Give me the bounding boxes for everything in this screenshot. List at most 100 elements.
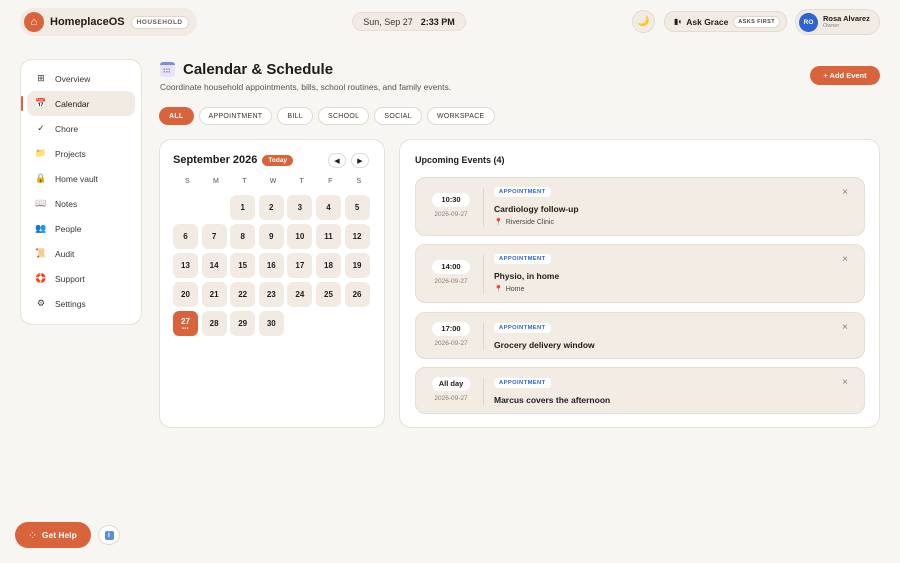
sidebar-item-people[interactable]: 👥 People xyxy=(27,216,135,241)
calendar-day[interactable]: 5 xyxy=(344,195,370,220)
day-number: 16 xyxy=(266,261,276,270)
calendar-day[interactable]: 14 xyxy=(201,253,227,278)
next-month-button[interactable]: ▶ xyxy=(351,153,369,168)
filter-all[interactable]: ALL xyxy=(159,107,194,125)
event-name: Physio, in home xyxy=(494,271,560,281)
sidebar-item-settings[interactable]: ⚙ Settings xyxy=(27,291,135,316)
event-item[interactable]: All day 2026-09-27 APPOINTMENT Marcus cover… xyxy=(415,367,865,414)
user-menu[interactable]: RO Rosa Alvarez Owner xyxy=(795,9,880,35)
calendar-day[interactable]: 16 xyxy=(258,253,284,278)
day-number: 17 xyxy=(295,261,305,270)
day-number: 30 xyxy=(266,319,276,328)
calendar-day[interactable]: 30 xyxy=(258,311,284,336)
sidebar-item-audit[interactable]: 📜 Audit xyxy=(27,241,135,266)
calendar-day[interactable]: 28 xyxy=(201,311,227,336)
sidebar-item-projects[interactable]: 📁 Projects xyxy=(27,141,135,166)
sidebar-item-home-vault[interactable]: 🔒 Home vault xyxy=(27,166,135,191)
support-icon: 🛟 xyxy=(35,273,47,283)
month-label: September 2026 xyxy=(173,154,258,166)
calendar-day[interactable]: 11 xyxy=(315,224,341,249)
notes-icon: 📖 xyxy=(35,198,47,208)
calendar-day[interactable]: 8 xyxy=(230,224,256,249)
event-name: Grocery delivery window xyxy=(494,340,595,350)
calendar-day[interactable]: 7 xyxy=(201,224,227,249)
filter-social[interactable]: SOCIAL xyxy=(374,107,422,125)
calendar-day[interactable]: 2 xyxy=(258,195,284,220)
event-date: 2026-09-27 xyxy=(434,277,468,285)
brand[interactable]: ⌂ HomeplaceOS HOUSEHOLD xyxy=(20,8,197,36)
people-icon: 👥 xyxy=(35,223,47,233)
calendar-day[interactable]: 18 xyxy=(315,253,341,278)
today-button[interactable]: Today xyxy=(262,154,294,166)
sidebar-item-support[interactable]: 🛟 Support xyxy=(27,266,135,291)
event-item[interactable]: 17:00 2026-09-27 APPOINTMENT Grocery delive… xyxy=(415,312,865,359)
calendar-day[interactable]: 20 xyxy=(173,282,198,307)
sidebar-item-label: Projects xyxy=(55,148,86,159)
filter-bill[interactable]: BILL xyxy=(277,107,313,125)
calendar-day[interactable]: 25 xyxy=(315,282,341,307)
sidebar-item-label: Overview xyxy=(55,73,91,84)
close-icon[interactable]: × xyxy=(842,377,848,388)
day-number: 19 xyxy=(352,261,362,270)
calendar-day[interactable]: 29 xyxy=(230,311,256,336)
calendar-blank xyxy=(202,195,227,220)
sidebar-item-notes[interactable]: 📖 Notes xyxy=(27,191,135,216)
calendar-day[interactable]: 13 xyxy=(173,253,198,278)
event-date: 2026-09-27 xyxy=(434,394,468,402)
calendar-day[interactable]: 6 xyxy=(173,224,198,249)
calendar-day[interactable]: 22 xyxy=(230,282,256,307)
calendar-day[interactable]: 10 xyxy=(287,224,313,249)
calendar-grid: 1 2 3 4 5 6 7 8 9 10 11 12 13 14 15 16 17 18 19 20 21 22 23 24 2… xyxy=(173,195,370,336)
close-icon[interactable]: × xyxy=(842,187,848,198)
sidebar: ⊞ Overview 📅 Calendar ✓ Chore 📁 Projects 🔒 Home v… xyxy=(20,59,142,325)
sidebar-item-label: Audit xyxy=(55,248,75,259)
sidebar-item-overview[interactable]: ⊞ Overview xyxy=(27,66,135,91)
sidebar-item-label: People xyxy=(55,223,82,234)
filter-workspace[interactable]: WORKSPACE xyxy=(426,107,495,125)
close-icon[interactable]: × xyxy=(842,254,848,265)
calendar-day[interactable]: 17 xyxy=(287,253,313,278)
day-number: 25 xyxy=(324,290,333,299)
clock-date: Sun, Sep 27 xyxy=(363,16,413,27)
event-item[interactable]: 10:30 2026-09-27 APPOINTMENT Cardiology fol… xyxy=(415,177,865,236)
info-button[interactable]: i xyxy=(98,525,120,545)
calendar-day[interactable]: 24 xyxy=(287,282,313,307)
day-number: 2 xyxy=(269,203,274,212)
calendar-day[interactable]: 23 xyxy=(258,282,284,307)
calendar-day[interactable]: 19 xyxy=(344,253,370,278)
calendar-day[interactable]: 9 xyxy=(258,224,284,249)
ask-grace-button[interactable]: ▮◖ Ask Grace ASKS FIRST xyxy=(664,11,787,32)
calendar-day[interactable]: 3 xyxy=(287,195,313,220)
filter-appointment[interactable]: APPOINTMENT xyxy=(198,107,273,125)
get-help-button[interactable]: ⁘ Get Help xyxy=(15,522,91,548)
sidebar-item-calendar[interactable]: 📅 Calendar xyxy=(21,91,135,116)
prev-month-button[interactable]: ◀ xyxy=(328,153,346,168)
home-icon: ⌂ xyxy=(24,12,44,32)
theme-toggle-button[interactable]: 🌙 xyxy=(632,10,655,33)
avatar: RO xyxy=(799,12,818,32)
event-item[interactable]: 14:00 2026-09-27 APPOINTMENT Physio, in hom… xyxy=(415,244,865,303)
filter-school[interactable]: SCHOOL xyxy=(317,107,370,125)
event-type-badge: APPOINTMENT xyxy=(494,323,551,333)
calendar-day[interactable]: 21 xyxy=(201,282,227,307)
clock: Sun, Sep 27 2:33 PM xyxy=(352,12,466,31)
day-number: 14 xyxy=(209,261,219,270)
calendar-day-today[interactable]: 27 ••• xyxy=(173,311,198,336)
day-number: 4 xyxy=(326,203,331,212)
calendar-day[interactable]: 26 xyxy=(344,282,370,307)
add-event-button[interactable]: + Add Event xyxy=(810,66,880,85)
day-number: 22 xyxy=(238,290,248,299)
event-type-badge: APPOINTMENT xyxy=(494,254,551,264)
help-icon: ⁘ xyxy=(29,530,36,540)
page-title: Calendar & Schedule xyxy=(183,61,334,78)
calendar-day[interactable]: 1 xyxy=(230,195,256,220)
weekday-label: M xyxy=(212,178,219,185)
day-number: 5 xyxy=(354,203,360,212)
close-icon[interactable]: × xyxy=(842,322,848,333)
calendar-day[interactable]: 15 xyxy=(230,253,256,278)
calendar-day[interactable]: 4 xyxy=(315,195,341,220)
calendar-day[interactable]: 12 xyxy=(344,224,370,249)
event-location-text: Riverside Clinic xyxy=(505,218,554,226)
upcoming-events-card: Upcoming Events (4) 10:30 2026-09-27 APPOI… xyxy=(399,139,880,428)
sidebar-item-chore[interactable]: ✓ Chore xyxy=(27,116,135,141)
